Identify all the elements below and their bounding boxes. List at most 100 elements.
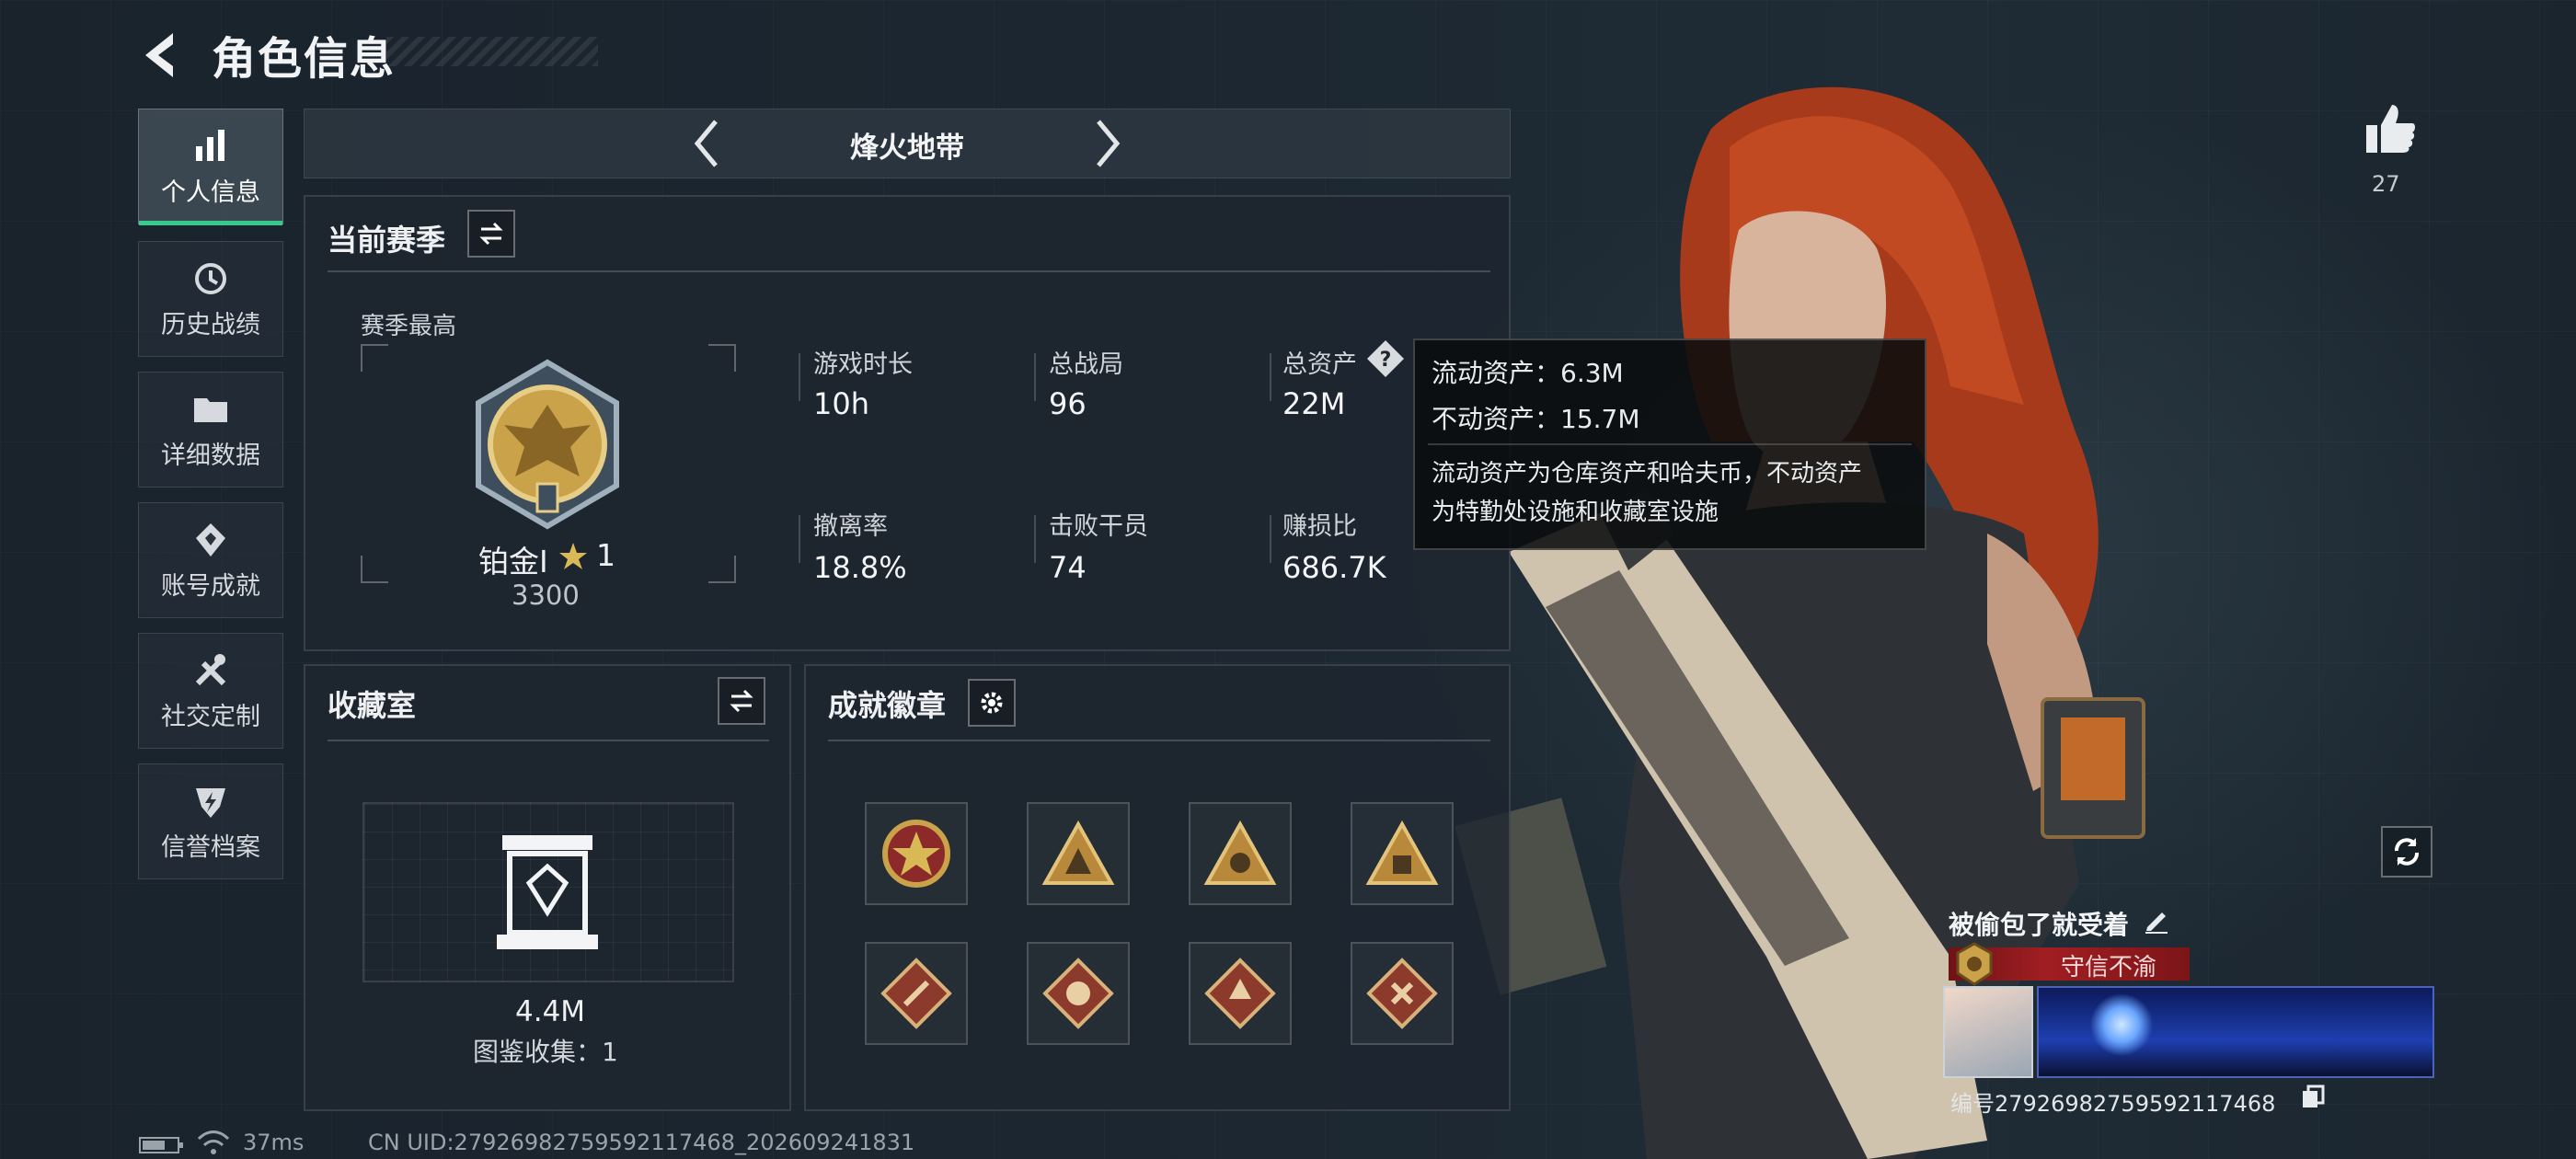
stat-value: 18.8% — [813, 550, 907, 585]
like-count: 27 — [2372, 171, 2400, 197]
triangle-badge-icon — [1203, 820, 1277, 885]
stat-label: 赚损比 — [1282, 512, 1357, 541]
stat-label: 总战局 — [1049, 350, 1123, 379]
shield-icon — [196, 788, 225, 818]
tools-icon — [195, 654, 226, 686]
divider — [328, 270, 1490, 272]
stat-label: 总资产 — [1282, 350, 1357, 379]
badges-title: 成就徽章 — [828, 688, 947, 723]
diamond-badge-icon — [1204, 958, 1276, 1029]
stat-label: 撤离率 — [813, 512, 888, 541]
nav-label: 社交定制 — [161, 703, 260, 731]
season-best-label: 赛季最高 — [361, 313, 457, 340]
nav-label: 个人信息 — [161, 178, 260, 207]
badge-slot[interactable] — [1351, 802, 1454, 905]
diamond-badge-icon — [880, 958, 952, 1029]
thumbs-up-icon[interactable] — [2363, 101, 2418, 156]
badges-settings-button[interactable] — [968, 679, 1016, 727]
collection-switch-button[interactable] — [718, 677, 765, 725]
season-title: 当前赛季 — [328, 223, 446, 258]
edit-pencil-icon[interactable] — [2142, 905, 2171, 935]
page-title: 角色信息 — [212, 33, 397, 85]
nav-item-social[interactable]: 社交定制 — [138, 633, 283, 749]
nav-item-history[interactable]: 历史战绩 — [138, 241, 283, 357]
frame-corner — [361, 556, 388, 583]
stat-separator — [799, 515, 800, 563]
next-mode-arrow-icon[interactable] — [1089, 116, 1126, 171]
folder-icon — [194, 398, 227, 422]
tooltip-description: 为特勤处设施和收藏室设施 — [1432, 499, 1719, 526]
diamond-badge-icon — [1366, 958, 1438, 1029]
rank-name: 铂金Ⅰ — [478, 544, 548, 580]
refresh-button[interactable] — [2381, 826, 2432, 878]
mode-name: 烽火地带 — [850, 132, 964, 165]
collection-value: 4.4M — [515, 995, 586, 1028]
swap-icon — [479, 222, 503, 246]
stat-separator — [1034, 515, 1036, 563]
stat-separator — [1034, 353, 1036, 401]
star-icon — [559, 543, 587, 569]
mode-selector: 烽火地带 — [304, 109, 1511, 178]
wifi-icon — [197, 1130, 230, 1154]
badge-slot[interactable] — [865, 802, 968, 905]
reputation-title: 守信不渝 — [2061, 954, 2157, 981]
frame-corner — [708, 556, 736, 583]
stat-value: 10h — [813, 386, 869, 421]
stat-value: 686.7K — [1282, 550, 1386, 585]
achievement-icon — [196, 523, 225, 557]
nav-item-reputation[interactable]: 信誉档案 — [138, 763, 283, 879]
swap-icon — [730, 689, 753, 713]
badge-slot[interactable] — [1189, 942, 1292, 1045]
gear-icon — [981, 692, 1003, 714]
stat-value: 74 — [1049, 550, 1087, 585]
back-arrow-icon[interactable] — [138, 28, 184, 83]
history-clock-icon — [195, 263, 226, 294]
season-switch-button[interactable] — [467, 210, 515, 258]
nav-label: 信誉档案 — [161, 833, 260, 862]
tooltip-fixed-assets: 不动资产：15.7M — [1432, 404, 1640, 434]
stat-separator — [1270, 515, 1271, 563]
title-decoration — [386, 37, 598, 66]
avatar[interactable] — [1943, 986, 2033, 1078]
divider — [1428, 443, 1912, 445]
svg-text:?: ? — [1380, 349, 1392, 372]
tooltip-liquid-assets: 流动资产：6.3M — [1432, 358, 1624, 388]
ping-value: 37ms — [243, 1130, 305, 1155]
collection-title: 收藏室 — [328, 688, 417, 723]
reputation-emblem-icon — [1956, 942, 1993, 986]
stat-value: 22M — [1282, 386, 1346, 421]
battery-icon — [139, 1137, 183, 1153]
badge-slot[interactable] — [1027, 802, 1130, 905]
frame-corner — [361, 344, 388, 372]
bar-chart-icon — [196, 130, 224, 161]
rank-emblem-icon — [476, 359, 619, 530]
diamond-badge-icon — [1042, 958, 1114, 1029]
nav-label: 历史战绩 — [161, 311, 260, 339]
refresh-icon — [2395, 838, 2419, 866]
nav-item-personal-info[interactable]: 个人信息 — [138, 109, 283, 225]
frame-corner — [708, 344, 736, 372]
collection-count: 图鉴收集：1 — [473, 1037, 618, 1067]
tooltip-description: 流动资产为仓库资产和哈夫币，不动资产 — [1432, 460, 1863, 488]
help-icon[interactable]: ? — [1365, 339, 1406, 379]
nav-item-achievements[interactable]: 账号成就 — [138, 502, 283, 618]
display-case-icon — [497, 835, 598, 949]
copy-icon[interactable] — [2300, 1084, 2326, 1109]
nav-label: 详细数据 — [161, 442, 260, 470]
player-banner-card[interactable] — [2037, 986, 2434, 1078]
stat-separator — [1270, 353, 1271, 401]
badge-slot[interactable] — [865, 942, 968, 1045]
nav-item-detailed-data[interactable]: 详细数据 — [138, 372, 283, 488]
stat-value: 96 — [1049, 386, 1087, 421]
round-medal-icon — [882, 820, 950, 888]
triangle-badge-icon — [1365, 820, 1439, 885]
divider — [328, 740, 769, 741]
stat-separator — [799, 353, 800, 401]
asset-tooltip: 流动资产：6.3M 不动资产：15.7M 流动资产为仓库资产和哈夫币，不动资产 … — [1413, 339, 1926, 550]
divider — [828, 740, 1490, 741]
stat-label: 游戏时长 — [813, 350, 913, 379]
prev-mode-arrow-icon[interactable] — [688, 116, 725, 171]
badge-slot[interactable] — [1351, 942, 1454, 1045]
badge-slot[interactable] — [1189, 802, 1292, 905]
badge-slot[interactable] — [1027, 942, 1130, 1045]
